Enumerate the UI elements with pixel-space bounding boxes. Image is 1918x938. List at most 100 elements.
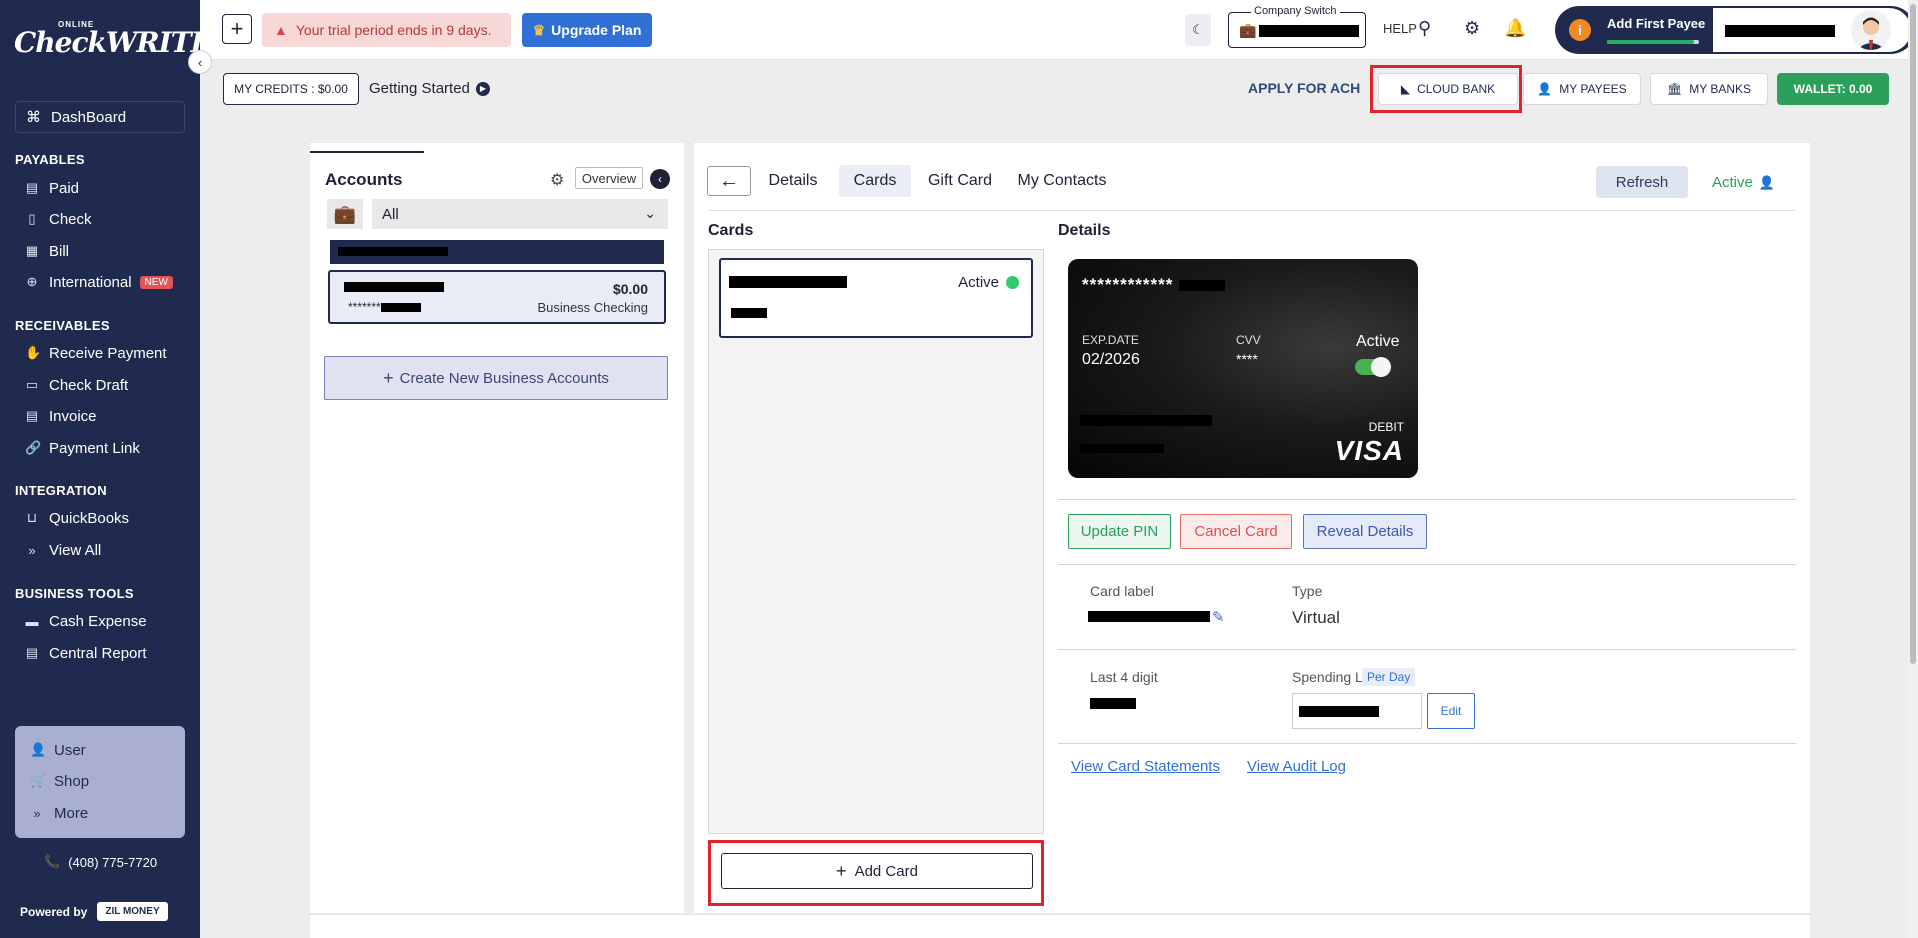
- sidebar-item-label: Cash Expense: [49, 612, 147, 630]
- card-type-value: Virtual: [1292, 608, 1340, 627]
- filter-value: All: [382, 205, 399, 223]
- zil-money-logo[interactable]: ZIL MONEY: [97, 902, 168, 921]
- sidebar-item-more[interactable]: » More: [30, 802, 88, 824]
- account-list-item[interactable]: ******* $0.00 Business Checking: [328, 270, 666, 324]
- sidebar-item-label: Check Draft: [49, 376, 129, 394]
- add-card-button[interactable]: + Add Card: [721, 853, 1033, 889]
- my-credits-badge[interactable]: MY CREDITS : $0.00: [223, 73, 359, 105]
- visa-logo: VISA: [1334, 435, 1404, 466]
- edit-limit-button[interactable]: Edit: [1427, 693, 1475, 729]
- card-name-redacted: [729, 276, 847, 288]
- add-card-label: Add Card: [854, 862, 918, 880]
- card-list-item[interactable]: Active: [719, 258, 1033, 338]
- sidebar: ONLINE CheckWRITER ⌘ DashBoard PAYABLES …: [0, 0, 234, 938]
- sidebar-item-central-report[interactable]: ▤ Central Report: [25, 642, 147, 664]
- my-payees-button[interactable]: 👤 MY PAYEES: [1523, 73, 1641, 105]
- help-link[interactable]: HELP: [1383, 21, 1417, 36]
- sidebar-item-invoice[interactable]: ▤ Invoice: [25, 405, 97, 427]
- chevron-down-icon: ⌄: [644, 205, 656, 221]
- sidebar-item-quickbooks[interactable]: ⊔ QuickBooks: [25, 507, 129, 529]
- group-name-redacted: [338, 247, 448, 256]
- sidebar-item-check-draft[interactable]: ▭ Check Draft: [25, 374, 128, 396]
- highlight-cloud-bank: [1370, 65, 1522, 113]
- wallet-button[interactable]: WALLET: 0.00: [1777, 73, 1889, 105]
- refresh-button[interactable]: Refresh: [1596, 166, 1688, 198]
- type-heading: Type: [1292, 583, 1323, 599]
- getting-started-label: Getting Started: [369, 80, 470, 97]
- tab-details[interactable]: Details: [760, 165, 826, 197]
- account-group-header[interactable]: [330, 240, 664, 264]
- create-business-account-button[interactable]: + Create New Business Accounts: [324, 356, 668, 400]
- account-filter-select[interactable]: All ⌄: [372, 199, 668, 229]
- sidebar-item-label: DashBoard: [51, 108, 127, 126]
- cart-icon: 🛒: [30, 773, 47, 788]
- upgrade-plan-button[interactable]: ♛ Upgrade Plan: [522, 13, 652, 47]
- account-number-mask: *******: [348, 300, 381, 314]
- wallet-icon: ▬: [25, 613, 39, 629]
- last4-redacted: [1090, 698, 1136, 709]
- page-footer-area: [310, 914, 1810, 938]
- back-button[interactable]: ←: [707, 166, 751, 196]
- sidebar-item-payment-link[interactable]: 🔗 Payment Link: [25, 437, 140, 459]
- view-audit-log-link[interactable]: View Audit Log: [1247, 758, 1346, 775]
- sidebar-item-receive-payment[interactable]: ✋ Receive Payment: [25, 342, 167, 364]
- section-business-tools: BUSINESS TOOLS: [15, 586, 134, 601]
- gear-icon[interactable]: ⚙: [1464, 18, 1480, 39]
- sidebar-item-view-all[interactable]: » View All: [25, 539, 101, 561]
- sidebar-item-paid[interactable]: ▤ Paid: [25, 177, 79, 199]
- info-icon: i: [1569, 19, 1591, 41]
- my-banks-button[interactable]: 🏛 MY BANKS: [1650, 73, 1768, 105]
- cards-title: Cards: [708, 222, 754, 239]
- cvv-value: ****: [1236, 351, 1258, 367]
- bell-icon[interactable]: 🔔: [1504, 18, 1526, 39]
- arrow-left-icon: ←: [719, 169, 739, 192]
- overview-button[interactable]: Overview: [575, 167, 643, 189]
- company-switch[interactable]: Company Switch 💼: [1228, 5, 1366, 48]
- tab-cards[interactable]: Cards: [839, 165, 911, 197]
- account-type: Business Checking: [537, 300, 648, 315]
- divider: [1058, 564, 1796, 565]
- sidebar-item-label: Check: [49, 210, 92, 228]
- accounts-panel: Accounts ⚙ Overview ‹ 💼 All ⌄ ******* $0.…: [310, 143, 684, 913]
- gear-icon[interactable]: ⚙: [550, 170, 564, 190]
- dark-mode-toggle[interactable]: ☾: [1185, 14, 1211, 46]
- quick-add-button[interactable]: +: [222, 14, 252, 44]
- account-status[interactable]: Active 👤: [1712, 174, 1775, 191]
- virtual-card-preview: ************ EXP.DATE 02/2026 CVV **** A…: [1068, 259, 1418, 478]
- getting-started-link[interactable]: Getting Started ▶: [369, 80, 490, 97]
- trial-text: Your trial period ends in 9 days.: [295, 22, 492, 38]
- checkwriter-logo[interactable]: ONLINE CheckWRITER: [14, 20, 234, 57]
- document-icon: ▤: [25, 180, 39, 195]
- edit-pencil-icon[interactable]: ✎: [1212, 608, 1225, 626]
- tab-my-contacts[interactable]: My Contacts: [1012, 165, 1112, 197]
- invoice-icon: ▤: [25, 408, 39, 423]
- support-phone[interactable]: 📞 (408) 775-7720: [44, 854, 157, 870]
- sidebar-item-cash-expense[interactable]: ▬ Cash Expense: [25, 610, 147, 632]
- sidebar-collapse-button[interactable]: ‹: [188, 50, 212, 74]
- apply-for-ach-link[interactable]: APPLY FOR ACH: [1248, 80, 1360, 96]
- cancel-card-button[interactable]: Cancel Card: [1180, 514, 1292, 549]
- sidebar-item-dashboard[interactable]: ⌘ DashBoard: [15, 101, 185, 133]
- sidebar-item-bill[interactable]: ▦ Bill: [25, 240, 69, 262]
- powered-by: Powered by ZIL MONEY: [20, 902, 168, 921]
- search-icon[interactable]: ⚲: [1418, 18, 1431, 39]
- sidebar-item-label: Receive Payment: [49, 344, 167, 362]
- scrollbar-thumb[interactable]: [1910, 4, 1916, 664]
- user-name-redacted: [1725, 25, 1835, 37]
- sidebar-item-shop[interactable]: 🛒 Shop: [30, 770, 89, 792]
- sidebar-item-user[interactable]: 👤 User: [30, 739, 86, 761]
- briefcase-icon[interactable]: 💼: [327, 199, 363, 229]
- view-card-statements-link[interactable]: View Card Statements: [1071, 758, 1220, 775]
- sidebar-item-label: Bill: [49, 242, 70, 260]
- page-scrollbar[interactable]: [1908, 0, 1918, 938]
- sidebar-item-check[interactable]: ▯ Check: [25, 208, 92, 230]
- reveal-details-button[interactable]: Reveal Details: [1303, 514, 1427, 549]
- update-pin-button[interactable]: Update PIN: [1068, 514, 1171, 549]
- check-doc-icon: ▯: [28, 211, 36, 226]
- user-menu[interactable]: [1713, 8, 1911, 52]
- collapse-accounts-button[interactable]: ‹: [650, 169, 670, 189]
- spending-limit-field[interactable]: [1292, 693, 1422, 729]
- tab-gift-card[interactable]: Gift Card: [924, 165, 996, 197]
- card-active-toggle[interactable]: [1355, 357, 1391, 377]
- sidebar-item-international[interactable]: ⊕ International NEW: [25, 271, 173, 293]
